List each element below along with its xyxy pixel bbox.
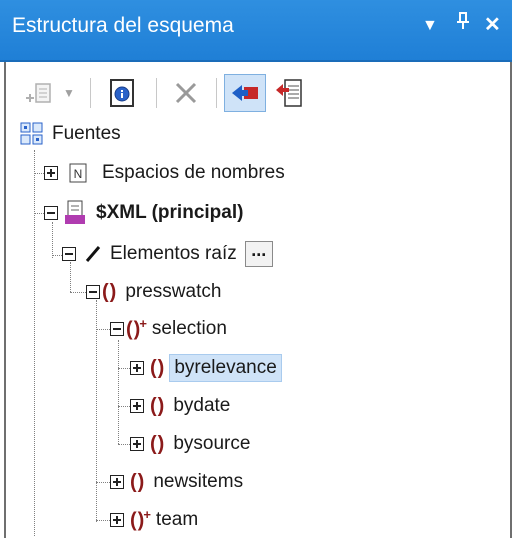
- expand-toggle[interactable]: [130, 437, 144, 451]
- tree-node-namespaces[interactable]: N Espacios de nombres: [44, 157, 285, 189]
- expand-toggle[interactable]: [130, 399, 144, 413]
- svg-text:N: N: [74, 167, 83, 181]
- tree-node-presswatch[interactable]: () presswatch: [86, 276, 221, 308]
- tree-node-bydate[interactable]: () bydate: [130, 390, 230, 422]
- element-icon: (): [150, 432, 166, 455]
- element-choice-icon: ()+: [130, 507, 152, 532]
- sources-icon: [20, 122, 43, 145]
- schema-tree: Fuentes N Espacios de nombres $XML (prin…: [0, 0, 512, 538]
- expand-toggle[interactable]: [110, 513, 124, 527]
- tree-node-byrelevance[interactable]: () byrelevance: [130, 352, 282, 384]
- tree-node-label: $XML (principal): [96, 202, 244, 223]
- tree-node-label: selection: [151, 318, 227, 339]
- xml-document-icon: [65, 200, 85, 224]
- element-icon: (): [150, 394, 166, 417]
- edit-root-elements-button[interactable]: ...: [244, 241, 273, 267]
- tree-node-label: Fuentes: [52, 123, 121, 144]
- expand-toggle[interactable]: [130, 361, 144, 375]
- tree-node-label: Espacios de nombres: [102, 162, 285, 183]
- element-icon: (): [150, 356, 166, 379]
- tree-node-label: bydate: [173, 395, 231, 416]
- slash-icon: [85, 246, 101, 262]
- element-icon: (): [102, 280, 118, 303]
- schema-tree-window: Estructura del esquema ▼ ✕ ▼ Fuentes N E…: [0, 0, 512, 538]
- expand-toggle[interactable]: [44, 166, 58, 180]
- tree-node-fuentes[interactable]: Fuentes: [20, 118, 121, 150]
- expand-toggle[interactable]: [110, 475, 124, 489]
- element-icon: (): [130, 470, 146, 493]
- element-choice-icon: ()+: [126, 316, 148, 341]
- tree-node-label: bysource: [173, 433, 251, 454]
- collapse-toggle[interactable]: [86, 285, 100, 299]
- tree-node-label: team: [155, 509, 199, 530]
- tree-node-bysource[interactable]: () bysource: [130, 428, 250, 460]
- tree-node-label: newsitems: [153, 471, 244, 492]
- tree-node-label: presswatch: [125, 281, 222, 302]
- collapse-toggle[interactable]: [44, 206, 58, 220]
- collapse-toggle[interactable]: [110, 322, 124, 336]
- tree-node-team[interactable]: ()+ team: [110, 504, 198, 536]
- namespace-icon: N: [69, 163, 87, 183]
- tree-node-root-elements[interactable]: Elementos raíz ...: [62, 238, 273, 270]
- tree-node-selection[interactable]: ()+ selection: [110, 313, 227, 345]
- tree-node-newsitems[interactable]: () newsitems: [110, 466, 243, 498]
- tree-node-label: Elementos raíz: [110, 243, 237, 264]
- selected-node-label: byrelevance: [169, 354, 282, 382]
- tree-node-xml-source[interactable]: $XML (principal): [44, 197, 243, 229]
- collapse-toggle[interactable]: [62, 247, 76, 261]
